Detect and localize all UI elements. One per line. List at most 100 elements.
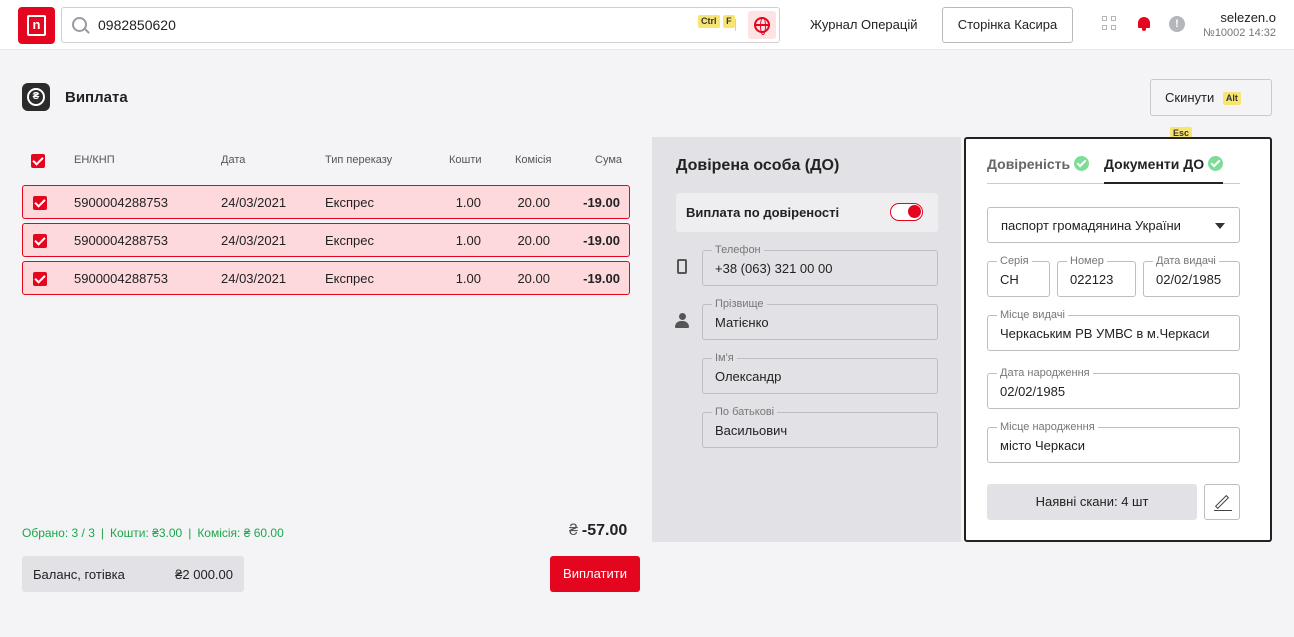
search-divider [735, 19, 736, 31]
summary-divider: | [100, 526, 104, 540]
row-sum: -19.00 [583, 233, 620, 248]
proxy-payout-label: Виплата по довіреності [686, 205, 840, 220]
operations-journal-link[interactable]: Журнал Операцій [810, 17, 918, 32]
birth-place-value: місто Черкаси [1000, 438, 1086, 453]
balance-value: ₴2 000.00 [175, 567, 233, 582]
total-amount: ₴ -57.00 [569, 522, 627, 540]
row-sum: -19.00 [583, 195, 620, 210]
table-row[interactable]: 5900004288753 24/03/2021 Експрес 1.00 20… [22, 261, 630, 295]
birth-date-value: 02/02/1985 [1000, 384, 1066, 399]
row-checkbox[interactable] [33, 196, 47, 210]
trustee-panel: Довірена особа (ДО) Виплата по довіренос… [652, 137, 961, 542]
row-id: 5900004288753 [74, 271, 168, 286]
row-funds: 1.00 [455, 195, 481, 210]
reset-button[interactable]: Скинути Alt Esc [1150, 79, 1272, 140]
user-terminal-time: №10002 14:32 [1203, 27, 1276, 39]
issue-date-label: Дата видачі [1153, 255, 1219, 267]
edit-button[interactable] [1204, 484, 1240, 520]
row-date: 24/03/2021 [221, 195, 287, 210]
table-row[interactable]: 5900004288753 24/03/2021 Експрес 1.00 20… [22, 185, 630, 219]
tab-proxy-label: Довіреність [987, 156, 1071, 172]
phone-label: Телефон [712, 244, 764, 256]
row-id: 5900004288753 [74, 233, 168, 248]
summary-fee: Комісія: ₴ 60.00 [197, 526, 284, 540]
row-type: Експрес [325, 233, 375, 248]
table-row[interactable]: 5900004288753 24/03/2021 Експрес 1.00 20… [22, 223, 630, 257]
surname-label: Прізвище [712, 298, 767, 310]
pencil-icon [1214, 494, 1230, 510]
payout-icon: ₴ [22, 83, 50, 111]
available-scans-button[interactable]: Наявні скани: 4 шт [987, 484, 1197, 520]
series-value: СН [1000, 272, 1019, 287]
search-hotkey: Ctrl F [698, 12, 735, 28]
kbd-f: F [723, 15, 735, 28]
row-type: Експрес [325, 271, 375, 286]
issue-date-field[interactable]: Дата видачі 02/02/1985 [1143, 255, 1240, 297]
logo-icon: n [27, 15, 46, 36]
select-all-checkbox[interactable] [31, 154, 45, 168]
proxy-payout-toggle[interactable] [890, 203, 923, 221]
surname-value: Матієнко [715, 315, 769, 330]
col-header-fee: Комісія [515, 154, 552, 166]
name-field[interactable]: Ім'я Олександр [702, 352, 938, 394]
bell-icon[interactable] [1136, 16, 1152, 32]
active-tab-indicator [1104, 182, 1223, 184]
cash-balance: Баланс, готівка ₴2 000.00 [22, 556, 244, 592]
col-header-date: Дата [221, 154, 246, 166]
tab-proxy[interactable]: Довіреність [987, 156, 1090, 172]
reset-label: Скинути [1165, 90, 1215, 105]
birth-date-field[interactable]: Дата народження 02/02/1985 [987, 367, 1240, 409]
user-name: selezen.o [1220, 10, 1276, 25]
search-box[interactable]: Ctrl F [61, 7, 780, 43]
series-label: Серія [997, 255, 1032, 267]
tab-docs-label: Документи ДО [1104, 156, 1205, 172]
series-field[interactable]: Серія СН [987, 255, 1050, 297]
number-field[interactable]: Номер 022123 [1057, 255, 1136, 297]
user-info[interactable]: selezen.o №10002 14:32 [1203, 10, 1276, 39]
row-sum: -19.00 [583, 271, 620, 286]
page-title: Виплата [65, 89, 128, 106]
row-id: 5900004288753 [74, 195, 168, 210]
summary-funds: Кошти: ₴3.00 [110, 526, 183, 540]
globe-icon [754, 17, 770, 35]
phone-field[interactable]: Телефон +38 (063) 321 00 00 [702, 244, 938, 286]
patronymic-field[interactable]: По батькові Васильович [702, 406, 938, 448]
row-funds: 1.00 [455, 271, 481, 286]
chevron-down-icon [1215, 223, 1225, 229]
birth-date-label: Дата народження [997, 367, 1093, 379]
row-date: 24/03/2021 [221, 271, 287, 286]
alert-icon[interactable]: ! [1169, 16, 1185, 32]
cashier-page-button[interactable]: Сторінка Касира [942, 7, 1073, 43]
row-checkbox[interactable] [33, 234, 47, 248]
tab-trustee-docs[interactable]: Документи ДО [1104, 156, 1224, 172]
row-fee: 20.00 [517, 271, 550, 286]
phone-value: +38 (063) 321 00 00 [715, 261, 833, 276]
total-value: -57.00 [581, 522, 628, 539]
row-fee: 20.00 [517, 233, 550, 248]
person-icon [675, 313, 689, 329]
name-label: Ім'я [712, 352, 737, 364]
app-logo[interactable]: n [18, 7, 55, 44]
col-header-sum: Сума [595, 154, 623, 166]
search-input[interactable] [98, 14, 658, 36]
proxy-payout-row: Виплата по довіреності [676, 193, 938, 232]
balance-label: Баланс, готівка [33, 567, 125, 582]
row-checkbox[interactable] [33, 272, 47, 286]
pay-button[interactable]: Виплатити [550, 556, 640, 592]
col-header-funds: Кошти [449, 154, 482, 166]
selection-summary: Обрано: 3 / 3 | Кошти: ₴3.00 | Комісія: ₴ 60… [22, 526, 284, 540]
number-value: 022123 [1070, 272, 1114, 287]
global-search-button[interactable] [748, 11, 776, 39]
row-funds: 1.00 [455, 233, 481, 248]
summary-divider: | [188, 526, 192, 540]
document-type-value: паспорт громадянина України [1001, 218, 1181, 233]
calculator-icon[interactable] [1102, 16, 1118, 32]
patronymic-value: Васильович [715, 423, 788, 438]
col-header-type: Тип переказу [325, 154, 393, 166]
document-type-select[interactable]: паспорт громадянина України [987, 207, 1240, 243]
birth-place-field[interactable]: Місце народження місто Черкаси [987, 421, 1240, 463]
issue-place-field[interactable]: Місце видачі Черкаським РВ УМВС в м.Черк… [987, 309, 1240, 351]
col-header-id: ЕН/КНП [74, 154, 115, 166]
surname-field[interactable]: Прізвище Матієнко [702, 298, 938, 340]
row-fee: 20.00 [517, 195, 550, 210]
